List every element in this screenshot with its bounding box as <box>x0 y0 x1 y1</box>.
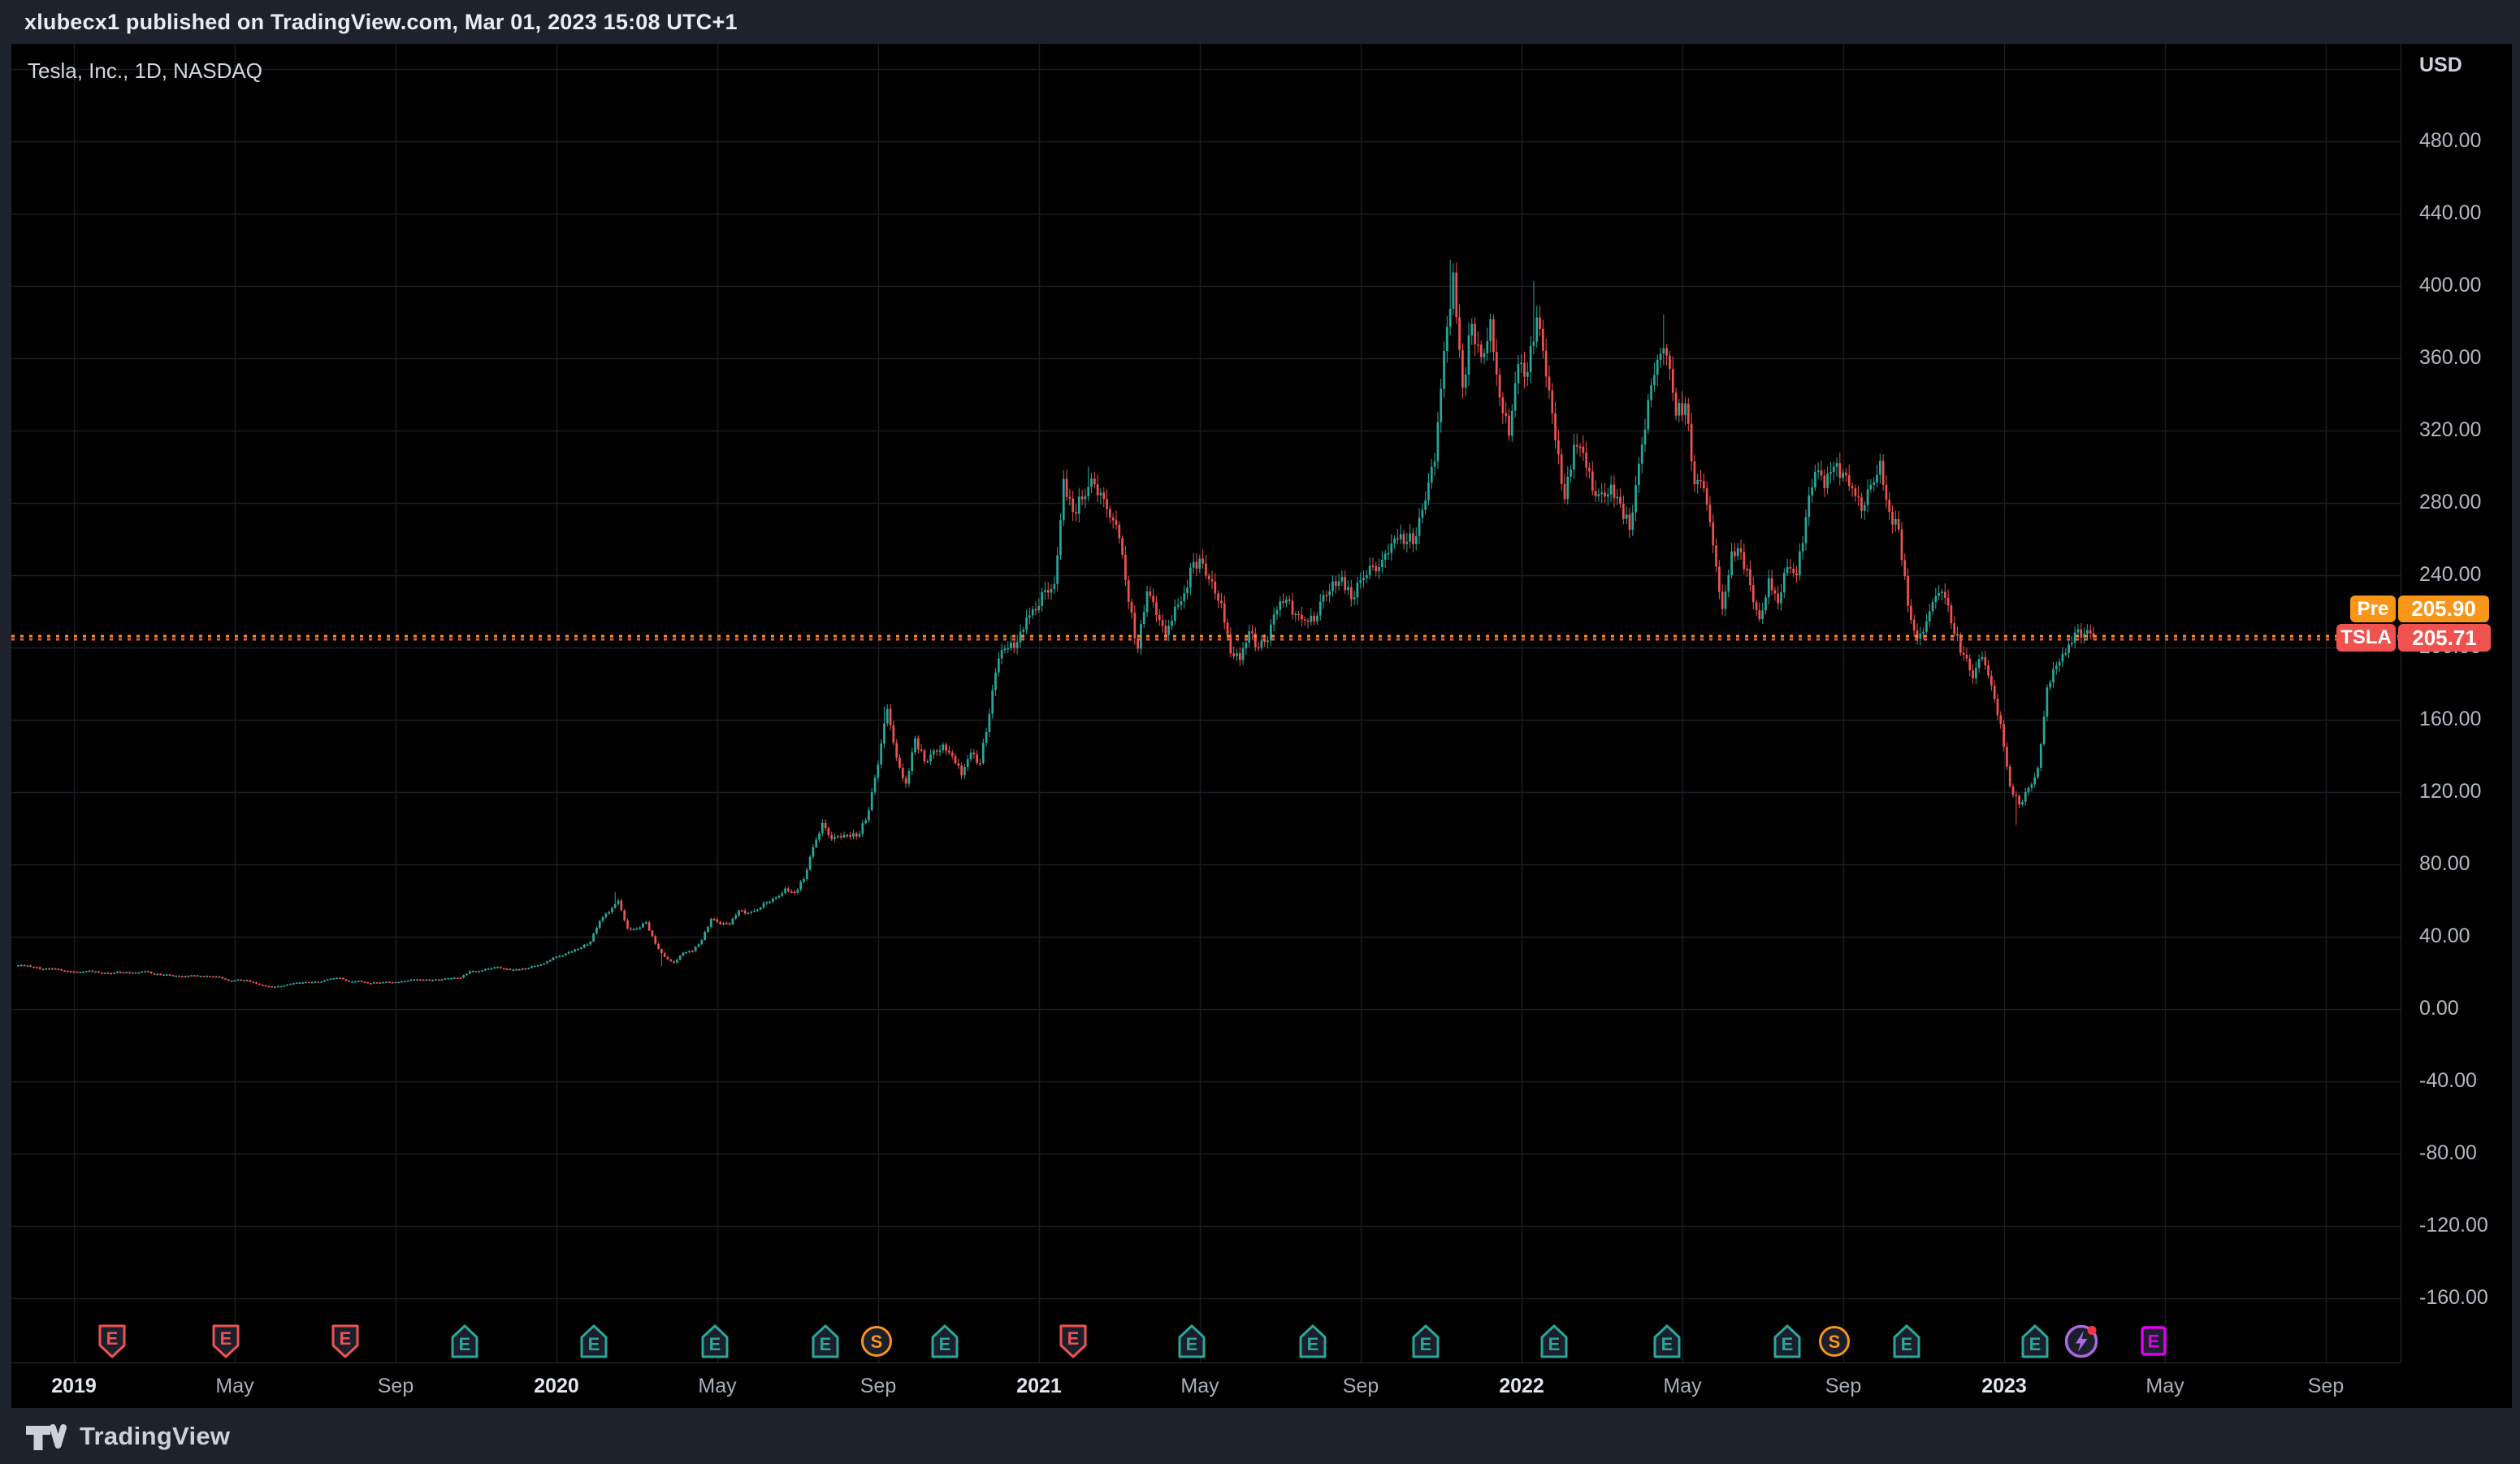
split-badge[interactable]: S <box>860 1322 893 1361</box>
publish-text: published on TradingView.com, Mar 01, 20… <box>119 10 738 34</box>
price-axis-label: -120.00 <box>2419 1214 2488 1237</box>
price-axis-label: -40.00 <box>2419 1069 2477 1093</box>
svg-text:S: S <box>1829 1332 1841 1352</box>
svg-text:E: E <box>820 1334 832 1354</box>
last-flag-symbol: TSLA <box>2336 624 2396 652</box>
publish-username: xlubecx1 <box>24 10 119 34</box>
price-axis-label: -80.00 <box>2419 1141 2477 1165</box>
time-axis-year-label: 2020 <box>534 1375 579 1398</box>
svg-text:E: E <box>1661 1334 1674 1354</box>
svg-text:E: E <box>2029 1334 2042 1354</box>
earnings-miss-badge[interactable]: E <box>210 1322 242 1361</box>
svg-text:E: E <box>939 1334 951 1354</box>
symbol-title[interactable]: Tesla, Inc., 1D, NASDAQ <box>28 58 262 84</box>
price-axis-label: -160.00 <box>2419 1286 2488 1310</box>
time-axis-month-label: May <box>2145 1375 2184 1398</box>
live-badge[interactable] <box>2065 1322 2098 1361</box>
price-axis-label: 240.00 <box>2419 563 2481 587</box>
split-badge[interactable]: S <box>1818 1322 1851 1361</box>
earnings-beat-badge[interactable]: E <box>1890 1322 1923 1361</box>
time-axis-year-label: 2023 <box>1981 1375 2027 1398</box>
time-axis-month-label: May <box>215 1375 253 1398</box>
price-axis-label: 480.00 <box>2419 129 2481 153</box>
svg-text:E: E <box>220 1328 232 1349</box>
time-axis-month-label: Sep <box>1343 1375 1379 1398</box>
svg-text:E: E <box>1901 1334 1913 1354</box>
svg-text:E: E <box>1548 1334 1561 1354</box>
currency-label: USD <box>2419 54 2462 77</box>
tradingview-logo-icon[interactable] <box>24 1420 67 1453</box>
time-axis-month-label: May <box>1180 1375 1219 1398</box>
svg-text:E: E <box>106 1328 119 1349</box>
svg-text:E: E <box>1782 1334 1794 1354</box>
footer-bar: TradingView <box>0 1408 2520 1464</box>
premarket-flag-value: 205.90 <box>2398 596 2489 622</box>
tradingview-logo-text[interactable]: TradingView <box>80 1422 230 1451</box>
price-axis-label: 160.00 <box>2419 708 2481 731</box>
earnings-miss-badge[interactable]: E <box>1057 1322 1089 1361</box>
earnings-beat-badge[interactable]: E <box>1538 1322 1570 1361</box>
price-axis-label: 400.00 <box>2419 274 2481 297</box>
time-axis-month-label: Sep <box>378 1375 414 1398</box>
earnings-miss-badge[interactable]: E <box>96 1322 128 1361</box>
price-axis-label: 320.00 <box>2419 418 2481 442</box>
time-axis-year-label: 2019 <box>51 1375 97 1398</box>
price-axis-label: 80.00 <box>2419 852 2470 876</box>
earnings-miss-badge[interactable]: E <box>329 1322 362 1361</box>
premarket-flag-label: Pre <box>2350 596 2396 622</box>
svg-text:E: E <box>709 1334 721 1354</box>
time-axis-month-label: May <box>698 1375 736 1398</box>
earnings-beat-badge[interactable]: E <box>1651 1322 1683 1361</box>
time-axis-month-label: May <box>1663 1375 1701 1398</box>
svg-text:E: E <box>588 1334 600 1354</box>
time-axis[interactable]: 2019 May Sep 2020 May Sep 2021 May Sep 2022 May Sep… <box>11 1362 2401 1409</box>
svg-text:S: S <box>871 1332 883 1352</box>
last-flag-value: 205.71 <box>2398 624 2491 652</box>
earnings-beat-badge[interactable]: E <box>1176 1322 1208 1361</box>
time-axis-year-label: 2022 <box>1499 1375 1544 1398</box>
publish-bar: xlubecx1 published on TradingView.com, M… <box>0 0 2520 44</box>
earnings-beat-badge[interactable]: E <box>1771 1322 1803 1361</box>
svg-text:E: E <box>1420 1334 1432 1354</box>
earnings-beat-badge[interactable]: E <box>448 1322 481 1361</box>
earnings-upcoming-badge[interactable]: E <box>2137 1322 2170 1361</box>
earnings-beat-badge[interactable]: E <box>1297 1322 1329 1361</box>
price-axis-label: 0.00 <box>2419 997 2459 1020</box>
price-axis-label: 40.00 <box>2419 925 2470 948</box>
earnings-beat-badge[interactable]: E <box>2019 1322 2051 1361</box>
time-axis-month-label: Sep <box>860 1375 896 1398</box>
earnings-beat-badge[interactable]: E <box>1409 1322 1442 1361</box>
publish-info: xlubecx1 published on TradingView.com, M… <box>24 0 738 44</box>
time-axis-month-label: Sep <box>2308 1375 2344 1398</box>
price-axis[interactable]: USD 480.00 440.00 400.00 360.00 320.00 280.00… <box>2401 44 2513 1362</box>
price-axis-label: 440.00 <box>2419 201 2481 225</box>
earnings-beat-badge[interactable]: E <box>929 1322 961 1361</box>
earnings-beat-badge[interactable]: E <box>809 1322 842 1361</box>
candlestick-plot[interactable] <box>11 44 2401 1362</box>
price-axis-label: 360.00 <box>2419 346 2481 370</box>
price-axis-label: 120.00 <box>2419 780 2481 803</box>
svg-text:E: E <box>1067 1328 1080 1349</box>
tradingview-snapshot: xlubecx1 published on TradingView.com, M… <box>0 0 2520 1464</box>
price-axis-label: 280.00 <box>2419 491 2481 514</box>
svg-text:E: E <box>1307 1334 1319 1354</box>
earnings-beat-badge[interactable]: E <box>699 1322 731 1361</box>
time-axis-month-label: Sep <box>1825 1375 1861 1398</box>
svg-text:E: E <box>2148 1332 2160 1352</box>
svg-text:E: E <box>459 1334 471 1354</box>
time-axis-year-label: 2021 <box>1016 1375 1062 1398</box>
chart-panel[interactable]: Tesla, Inc., 1D, NASDAQ USD 480.00 440.00… <box>11 44 2512 1408</box>
earnings-beat-badge[interactable]: E <box>578 1322 610 1361</box>
svg-text:E: E <box>340 1328 352 1349</box>
svg-text:E: E <box>1186 1334 1198 1354</box>
